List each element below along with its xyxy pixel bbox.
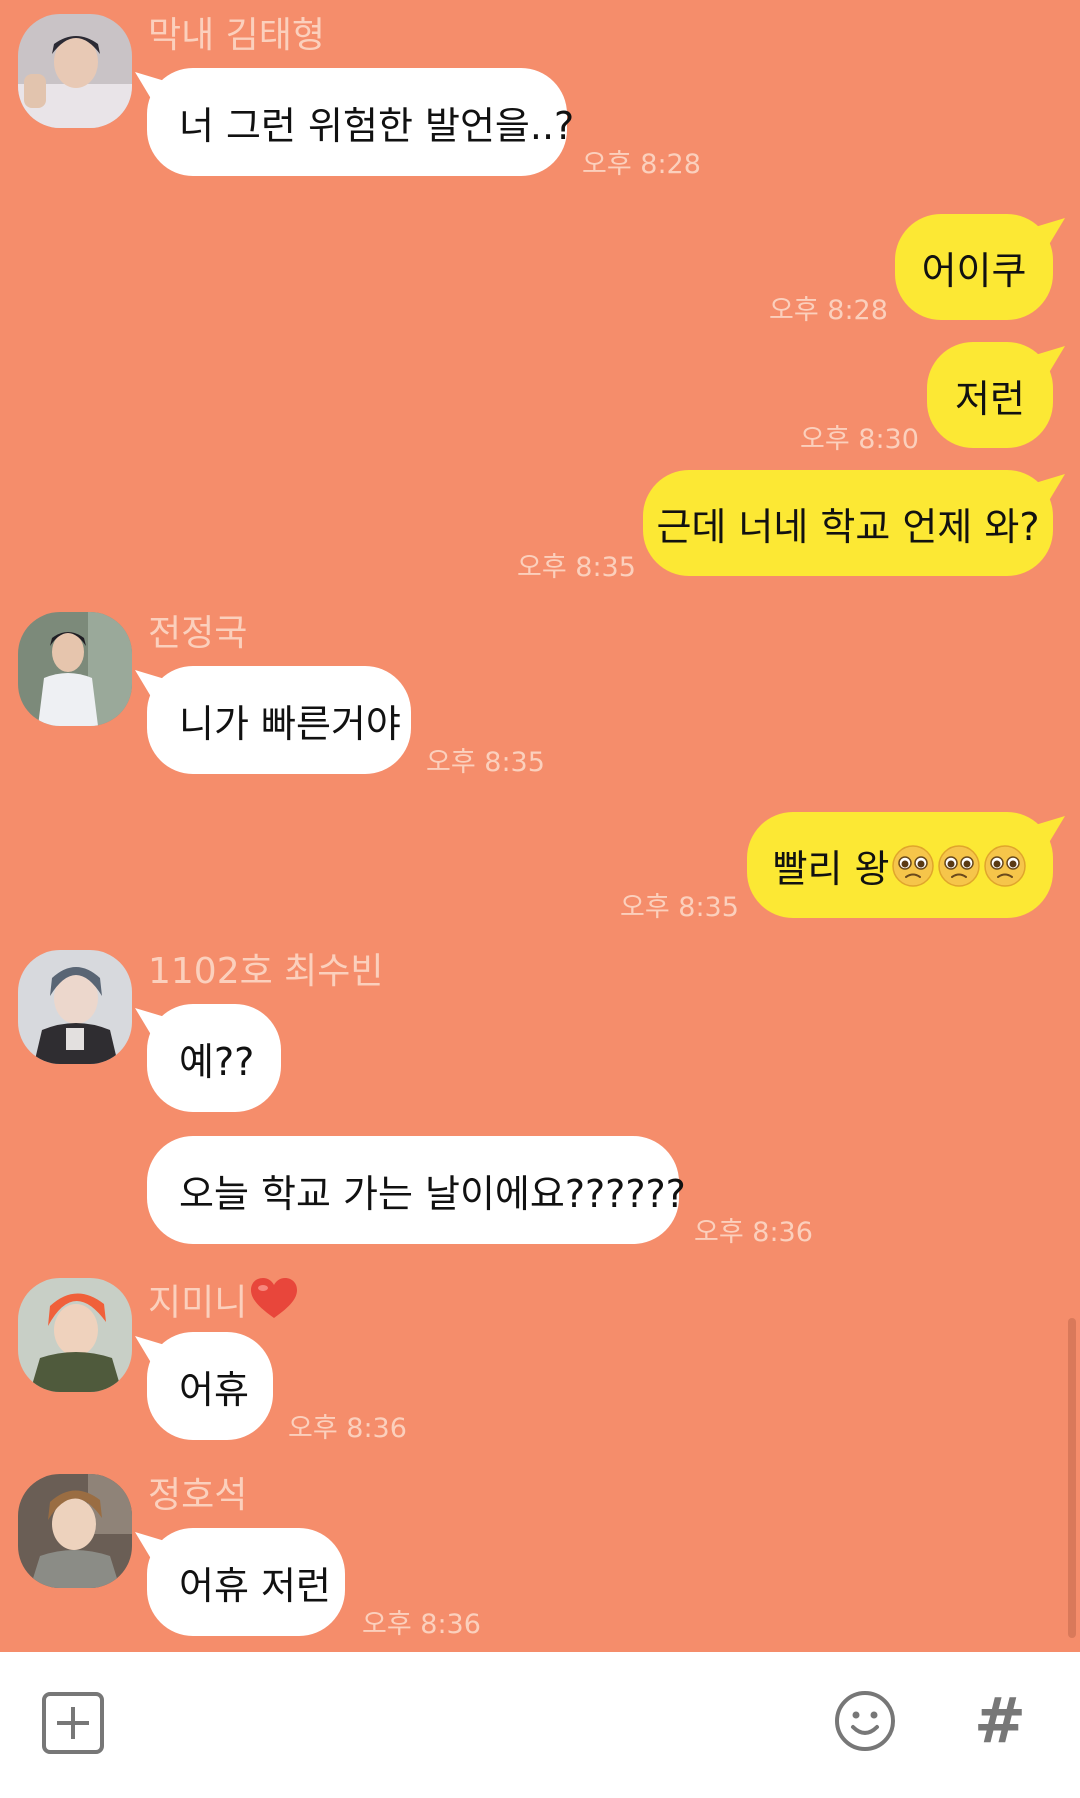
message-bubble[interactable]: 어휴 저런 [147,1528,345,1636]
message-text: 저런 [955,376,1025,421]
message-time: 오후 8:28 [582,149,701,180]
message-bubble[interactable]: 예?? [147,1004,281,1112]
chat-area[interactable]: 막내 김태형 너 그런 위험한 발언을..? 오후 8:28 어이쿠 오후 8:… [0,0,1080,1652]
message-text: 어휴 [179,1367,249,1412]
message-bubble[interactable]: 너 그런 위험한 발언을..? [147,68,574,176]
avatar-jeon-jungkook[interactable] [18,612,132,726]
message-text: 니가 빠른거야 [179,701,401,746]
message-time: 오후 8:30 [800,424,919,455]
smiley-icon[interactable] [830,1686,900,1756]
message-bubble[interactable]: 어휴 [147,1332,273,1440]
avatar-kim-taehyung[interactable] [18,14,132,128]
avatar-jimin[interactable] [18,1278,132,1392]
message-text: 예?? [179,1039,255,1084]
message-text: 근데 너네 학교 언제 와? [656,504,1040,549]
sender-name: 막내 김태형 [148,15,326,56]
message-bubble[interactable]: 어이쿠 [895,214,1053,320]
message-text: 오늘 학교 가는 날이에요?????? [179,1171,686,1216]
message-time: 오후 8:35 [620,892,739,923]
plus-square-icon[interactable] [38,1688,108,1758]
message-text: 빨리 왕 [772,846,890,891]
avatar-choi-soobin[interactable] [18,950,132,1064]
sender-name: 지미니 [148,1278,298,1331]
message-bubble[interactable]: 저런 [927,342,1053,448]
pleading-face-emoji [937,844,981,888]
avatar-jung-hoseok[interactable] [18,1474,132,1588]
scrollbar[interactable] [1068,1318,1076,1638]
pleading-face-emoji [891,844,935,888]
message-time: 오후 8:36 [288,1413,407,1444]
sender-name: 전정국 [148,613,248,654]
sender-name: 정호석 [148,1475,248,1516]
message-time: 오후 8:36 [694,1217,813,1248]
message-text: 어이쿠 [921,248,1027,293]
sender-name: 1102호 최수빈 [148,951,384,992]
input-bar: # [0,1652,1080,1798]
message-bubble[interactable]: 빨리 왕 [747,812,1053,918]
message-time: 오후 8:36 [362,1609,481,1640]
message-text: 어휴 저런 [179,1563,331,1608]
message-bubble[interactable]: 니가 빠른거야 [147,666,411,774]
pleading-face-emoji [983,844,1027,888]
message-time: 오후 8:35 [426,747,545,778]
message-bubble[interactable]: 근데 너네 학교 언제 와? [643,470,1053,576]
message-time: 오후 8:35 [517,552,636,583]
emoji-group [889,842,1027,889]
message-text: 너 그런 위험한 발언을..? [179,103,575,148]
message-time: 오후 8:28 [769,295,888,326]
message-bubble[interactable]: 오늘 학교 가는 날이에요?????? [147,1136,686,1244]
red-heart-icon [251,1278,298,1331]
hashtag-icon[interactable]: # [962,1682,1038,1758]
